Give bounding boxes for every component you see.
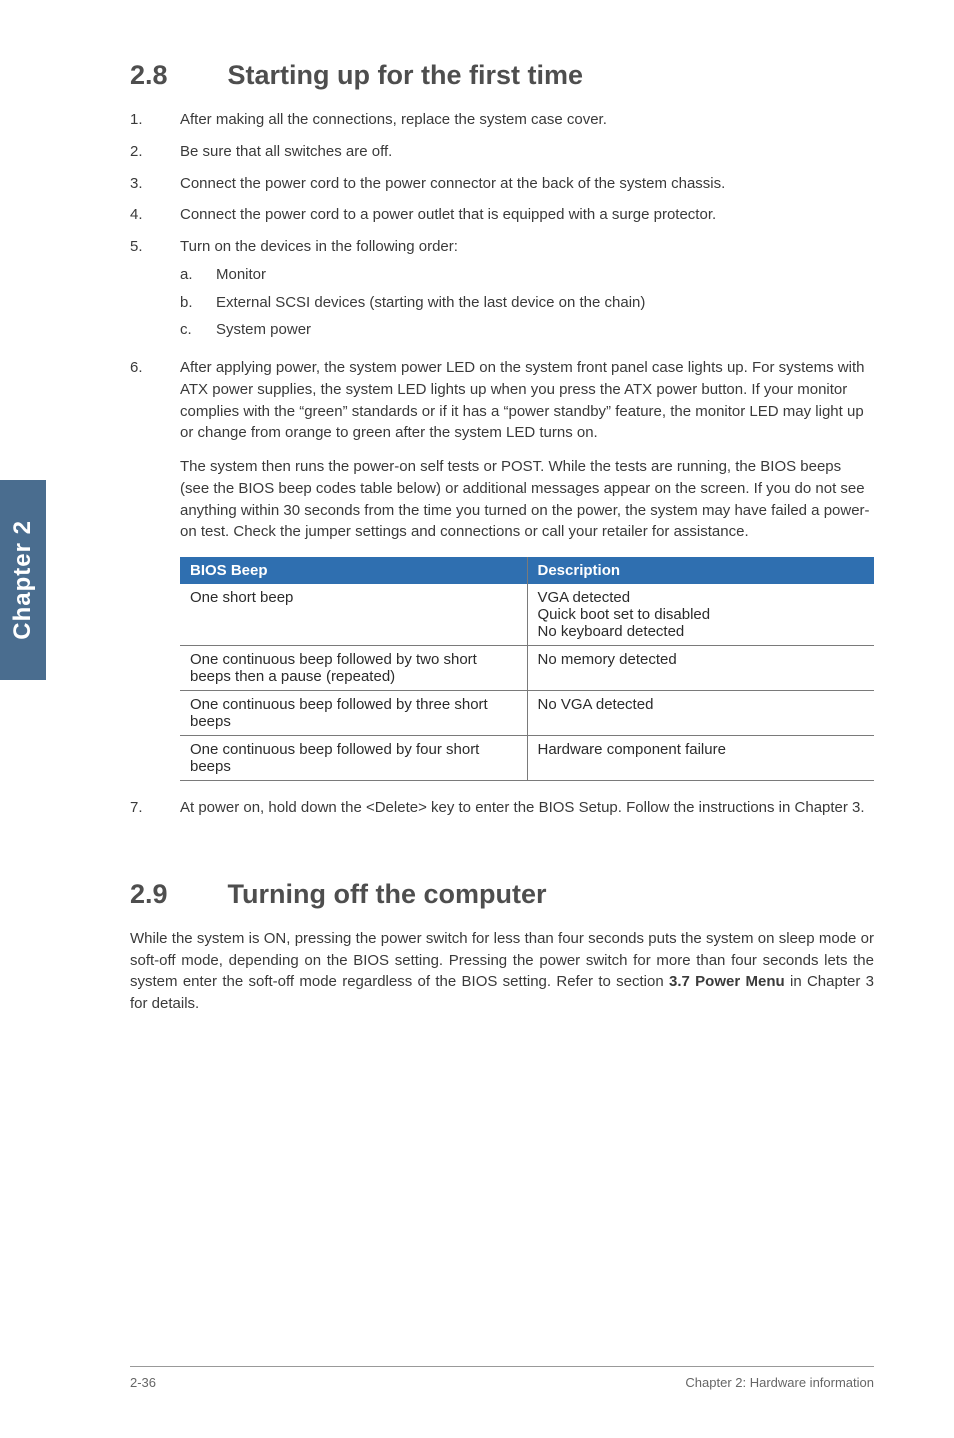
footer-chapter-title: Chapter 2: Hardware information [685, 1375, 874, 1390]
page-footer: 2-36 Chapter 2: Hardware information [130, 1366, 874, 1390]
list-item: 7.At power on, hold down the <Delete> ke… [130, 797, 874, 819]
section-2-9-body: While the system is ON, pressing the pow… [130, 928, 874, 1015]
table-header-beep: BIOS Beep [180, 557, 527, 584]
chapter-side-tab: Chapter 2 [0, 480, 46, 680]
list-item: 1.After making all the connections, repl… [130, 109, 874, 131]
section-2-9-title: Turning off the computer [228, 879, 547, 909]
section-2-8-list-cont: 7.At power on, hold down the <Delete> ke… [130, 797, 874, 819]
chapter-side-label: Chapter 2 [9, 520, 37, 640]
sub-list-item: a.Monitor [180, 264, 645, 286]
section-2-8-list: 1.After making all the connections, repl… [130, 109, 874, 444]
page-number: 2-36 [130, 1375, 156, 1390]
table-row: One continuous beep followed by four sho… [180, 736, 874, 781]
section-2-8-post-para: The system then runs the power-on self t… [180, 456, 874, 543]
page: Chapter 2 2.8 Starting up for the first … [0, 0, 954, 1438]
list-item: 5. Turn on the devices in the following … [130, 236, 874, 347]
table-row: One continuous beep followed by three sh… [180, 691, 874, 736]
list-item: 2.Be sure that all switches are off. [130, 141, 874, 163]
table-header-row: BIOS Beep Description [180, 557, 874, 584]
list-item: 6.After applying power, the system power… [130, 357, 874, 444]
list-item: 3.Connect the power cord to the power co… [130, 173, 874, 195]
section-2-8-number: 2.8 [130, 60, 220, 91]
table-row: One continuous beep followed by two shor… [180, 646, 874, 691]
table-row: One short beepVGA detected Quick boot se… [180, 584, 874, 646]
list-item: 4.Connect the power cord to a power outl… [130, 204, 874, 226]
section-2-9-heading: 2.9 Turning off the computer [130, 879, 874, 910]
sub-list: a.Monitor b.External SCSI devices (start… [180, 264, 645, 341]
bios-beep-table: BIOS Beep Description One short beepVGA … [180, 557, 874, 781]
sub-list-item: c.System power [180, 319, 645, 341]
section-2-8-heading: 2.8 Starting up for the first time [130, 60, 874, 91]
sub-list-item: b.External SCSI devices (starting with t… [180, 292, 645, 314]
section-2-9-number: 2.9 [130, 879, 220, 910]
table-header-desc: Description [527, 557, 874, 584]
section-2-8-title: Starting up for the first time [228, 60, 584, 90]
